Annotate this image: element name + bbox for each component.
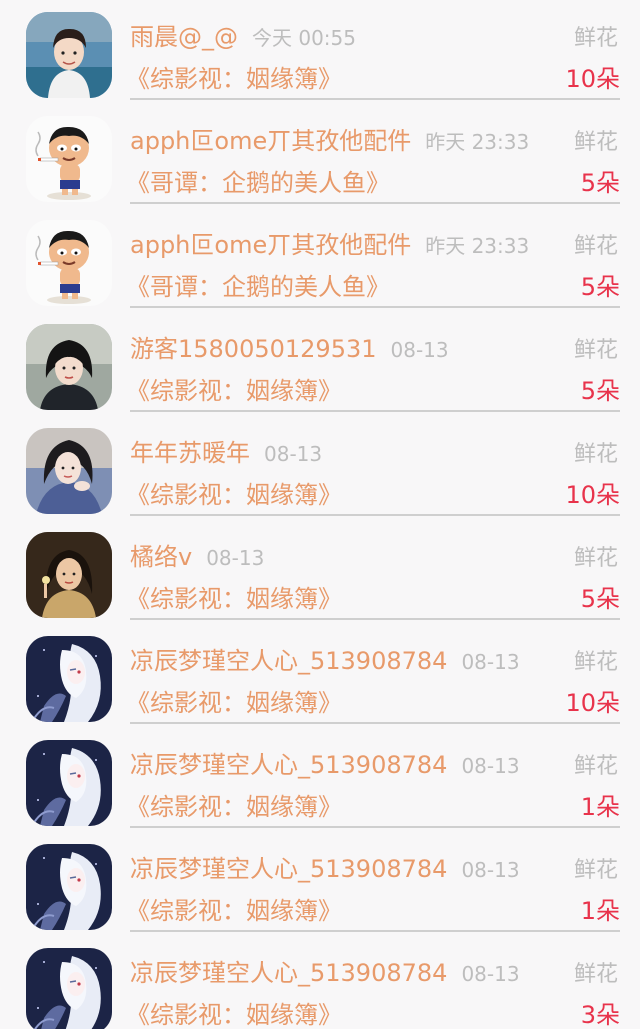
row-divider [130, 618, 620, 620]
flower-count: 10朵 [565, 689, 620, 717]
gift-record-row[interactable]: 游客1580050129531 08-13 鲜花《综影视：姻缘簿》 5朵 [0, 312, 640, 416]
gift-time: 08-13 [390, 338, 449, 362]
gift-time: 08-13 [461, 754, 520, 778]
gift-time: 08-13 [461, 858, 520, 882]
user-name-text[interactable]: 凉辰梦瑾空人心_513908784 [130, 959, 447, 987]
row-divider [130, 722, 620, 724]
row-divider [130, 826, 620, 828]
flower-count: 1朵 [580, 793, 620, 821]
book-title-link[interactable]: 《综影视：姻缘簿》 [126, 579, 342, 614]
gift-record-row[interactable]: 年年苏暖年 08-13 鲜花《综影视：姻缘簿》 10朵 [0, 416, 640, 520]
user-avatar[interactable] [26, 428, 112, 514]
flower-count: 5朵 [580, 377, 620, 405]
gift-time: 08-13 [461, 962, 520, 986]
gift-time: 昨天 23:33 [425, 234, 530, 258]
gift-record-row[interactable]: 雨晨@_@ 今天 00:55 鲜花《综影视：姻缘簿》 10朵 [0, 0, 640, 104]
user-avatar[interactable] [26, 324, 112, 410]
user-name-text[interactable]: 凉辰梦瑾空人心_513908784 [130, 647, 447, 675]
user-name-text[interactable]: 雨晨@_@ [130, 23, 238, 51]
gift-time: 08-13 [264, 442, 323, 466]
gift-record-row[interactable]: 凉辰梦瑾空人心_513908784 08-13 鲜花《综影视：姻缘簿》 10朵 [0, 624, 640, 728]
gift-type: 鲜花 [573, 442, 618, 467]
user-avatar[interactable] [26, 948, 112, 1029]
user-name-text[interactable]: 凉辰梦瑾空人心_513908784 [130, 751, 447, 779]
flower-count: 3朵 [580, 1001, 620, 1029]
row-divider [130, 202, 620, 204]
book-title-link[interactable]: 《综影视：姻缘簿》 [126, 59, 342, 94]
gift-record-row[interactable]: apph叵ome丌其孜他配件 昨天 23:33 鲜花《哥谭：企鹅的美人鱼》 5朵 [0, 104, 640, 208]
gift-record-row[interactable]: 橘络v 08-13 鲜花《综影视：姻缘簿》 5朵 [0, 520, 640, 624]
user-name[interactable]: 雨晨@_@ 今天 00:55 [130, 17, 356, 52]
flower-count: 5朵 [580, 273, 620, 301]
user-avatar[interactable] [26, 532, 112, 618]
gift-type: 鲜花 [573, 26, 618, 51]
user-name[interactable]: apph叵ome丌其孜他配件 昨天 23:33 [130, 225, 529, 260]
row-divider [130, 514, 620, 516]
flower-count: 10朵 [565, 65, 620, 93]
user-name-text[interactable]: apph叵ome丌其孜他配件 [130, 231, 411, 259]
row-divider [130, 98, 620, 100]
flower-count: 5朵 [580, 585, 620, 613]
row-divider [130, 410, 620, 412]
flower-count: 1朵 [580, 897, 620, 925]
gift-type: 鲜花 [573, 546, 618, 571]
flower-count: 5朵 [580, 169, 620, 197]
user-name[interactable]: 凉辰梦瑾空人心_513908784 08-13 [130, 953, 520, 988]
gift-time: 今天 00:55 [252, 26, 356, 50]
gift-type: 鲜花 [573, 234, 618, 259]
user-name[interactable]: 凉辰梦瑾空人心_513908784 08-13 [130, 849, 520, 884]
user-avatar[interactable] [26, 636, 112, 722]
user-name[interactable]: 年年苏暖年 08-13 [130, 433, 322, 468]
user-name[interactable]: 游客1580050129531 08-13 [130, 329, 449, 364]
gift-type: 鲜花 [573, 650, 618, 675]
gift-record-row[interactable]: 凉辰梦瑾空人心_513908784 08-13 鲜花《综影视：姻缘簿》 3朵 [0, 936, 640, 1029]
gift-time: 昨天 23:33 [425, 130, 530, 154]
user-name-text[interactable]: 橘络v [130, 543, 192, 571]
user-name-text[interactable]: 年年苏暖年 [130, 439, 250, 467]
user-name-text[interactable]: 凉辰梦瑾空人心_513908784 [130, 855, 447, 883]
flower-gift-list: 雨晨@_@ 今天 00:55 鲜花 《综影视：姻缘簿》 10朵 apph叵ome丌其孜他… [0, 0, 640, 1029]
user-avatar[interactable] [26, 116, 112, 202]
user-name[interactable]: 橘络v 08-13 [130, 537, 264, 572]
gift-record-row[interactable]: 凉辰梦瑾空人心_513908784 08-13 鲜花《综影视：姻缘簿》 1朵 [0, 728, 640, 832]
user-avatar[interactable] [26, 844, 112, 930]
user-avatar[interactable] [26, 12, 112, 98]
user-name[interactable]: 凉辰梦瑾空人心_513908784 08-13 [130, 745, 520, 780]
book-title-link[interactable]: 《综影视：姻缘簿》 [126, 787, 342, 822]
book-title-link[interactable]: 《综影视：姻缘簿》 [126, 683, 342, 718]
book-title-link[interactable]: 《哥谭：企鹅的美人鱼》 [126, 267, 390, 302]
gift-record-row[interactable]: apph叵ome丌其孜他配件 昨天 23:33 鲜花《哥谭：企鹅的美人鱼》 5朵 [0, 208, 640, 312]
gift-type: 鲜花 [573, 962, 618, 987]
user-avatar[interactable] [26, 740, 112, 826]
row-divider [130, 306, 620, 308]
book-title-link[interactable]: 《综影视：姻缘簿》 [126, 475, 342, 510]
user-name-text[interactable]: apph叵ome丌其孜他配件 [130, 127, 411, 155]
row-divider [130, 930, 620, 932]
book-title-link[interactable]: 《综影视：姻缘簿》 [126, 995, 342, 1029]
gift-time: 08-13 [461, 650, 520, 674]
flower-count: 10朵 [565, 481, 620, 509]
gift-type: 鲜花 [573, 338, 618, 363]
gift-time: 08-13 [206, 546, 265, 570]
book-title-link[interactable]: 《综影视：姻缘簿》 [126, 371, 342, 406]
gift-type: 鲜花 [573, 130, 618, 155]
book-title-link[interactable]: 《综影视：姻缘簿》 [126, 891, 342, 926]
gift-record-row[interactable]: 凉辰梦瑾空人心_513908784 08-13 鲜花《综影视：姻缘簿》 1朵 [0, 832, 640, 936]
user-name[interactable]: apph叵ome丌其孜他配件 昨天 23:33 [130, 121, 529, 156]
gift-type: 鲜花 [573, 754, 618, 779]
user-name[interactable]: 凉辰梦瑾空人心_513908784 08-13 [130, 641, 520, 676]
gift-type: 鲜花 [573, 858, 618, 883]
user-name-text[interactable]: 游客1580050129531 [130, 335, 377, 363]
book-title-link[interactable]: 《哥谭：企鹅的美人鱼》 [126, 163, 390, 198]
user-avatar[interactable] [26, 220, 112, 306]
